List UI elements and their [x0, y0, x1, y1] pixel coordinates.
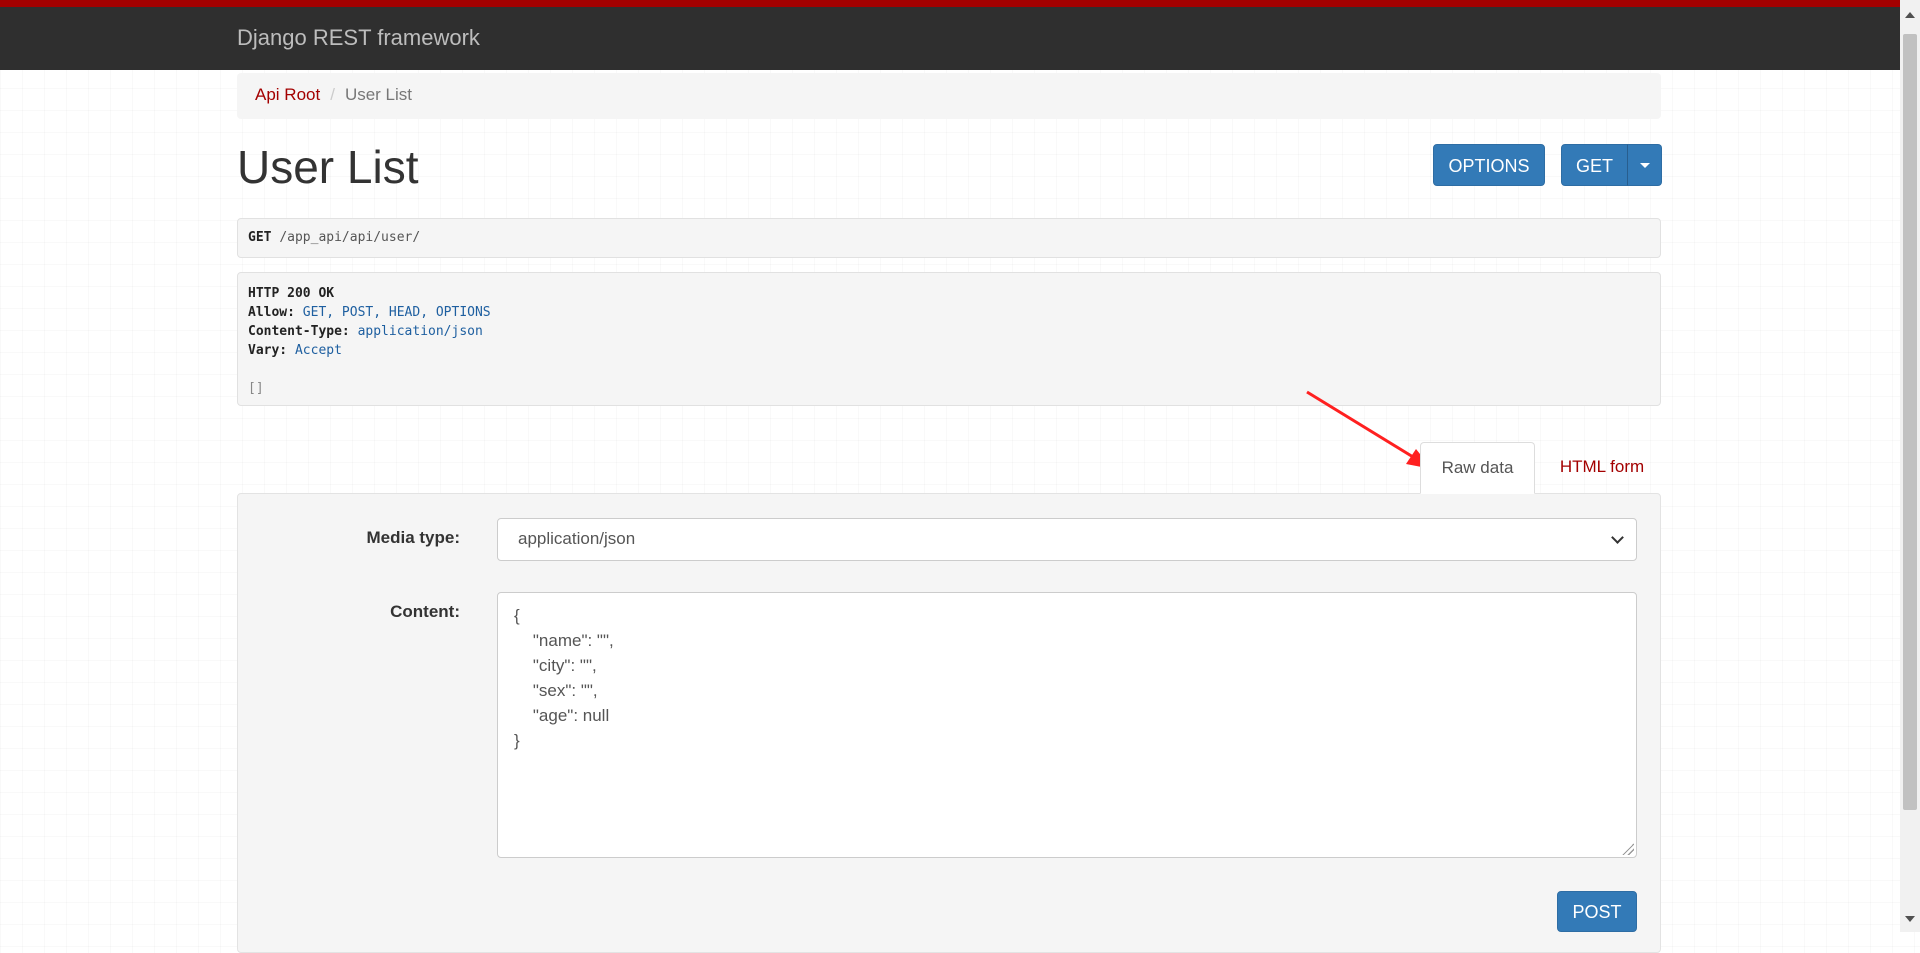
navbar: Django REST framework [0, 0, 1900, 70]
breadcrumb-current: User List [344, 85, 413, 104]
chevron-down-icon [1611, 531, 1624, 544]
resize-handle-icon[interactable] [1622, 843, 1634, 855]
caret-down-icon [1640, 163, 1650, 168]
scrollbar-thumb[interactable] [1903, 34, 1917, 810]
media-type-select[interactable]: application/json [497, 518, 1637, 561]
content-textarea[interactable]: { "name": "", "city": "", "sex": "", "ag… [497, 592, 1637, 858]
header-key: Content-Type: [248, 324, 350, 339]
media-type-label: Media type: [366, 528, 460, 547]
media-type-value: application/json [518, 529, 636, 548]
tab-raw-data[interactable]: Raw data [1420, 442, 1535, 494]
breadcrumb: Api Root / User List [237, 73, 1661, 119]
header-value: Accept [294, 343, 342, 358]
request-info: GET /app_api/api/user/ [237, 218, 1661, 258]
response-body: [] [248, 381, 264, 396]
response-info: HTTP 200 OK Allow: GET, POST, HEAD, OPTI… [237, 272, 1661, 406]
brand-link[interactable]: Django REST framework [237, 25, 480, 51]
breadcrumb-api-root[interactable]: Api Root [255, 85, 320, 104]
scroll-up-arrow-icon[interactable] [1905, 12, 1915, 18]
request-path: /app_api/api/user/ [279, 230, 421, 245]
request-method: GET [248, 230, 272, 245]
response-header: Vary: Accept [248, 341, 1650, 360]
post-button[interactable]: POST [1557, 891, 1637, 932]
get-button[interactable]: GET [1561, 144, 1628, 186]
get-dropdown-toggle[interactable] [1627, 144, 1662, 186]
content-label: Content: [390, 602, 460, 621]
header-key: Vary: [248, 343, 288, 358]
options-button[interactable]: OPTIONS [1433, 144, 1545, 186]
response-header: Allow: GET, POST, HEAD, OPTIONS [248, 303, 1650, 322]
response-header: Content-Type: application/json [248, 322, 1650, 341]
tab-html-form[interactable]: HTML form [1543, 442, 1661, 494]
header-value: application/json [357, 324, 483, 339]
scroll-down-arrow-icon[interactable] [1905, 916, 1915, 922]
response-status: HTTP 200 OK [248, 286, 335, 301]
header-value: GET, POST, HEAD, OPTIONS [302, 305, 491, 320]
header-key: Allow: [248, 305, 295, 320]
page-title: User List [237, 141, 419, 193]
breadcrumb-separator: / [330, 85, 335, 104]
